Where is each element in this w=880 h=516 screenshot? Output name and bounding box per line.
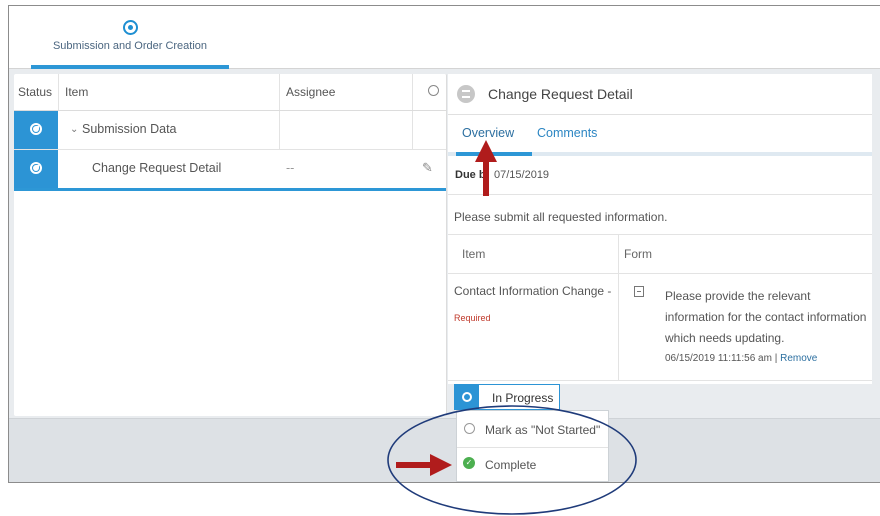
form-description: Please provide the relevant information …: [665, 289, 867, 345]
tab-overview[interactable]: Overview: [462, 126, 514, 140]
due-label: Due b: [455, 169, 486, 181]
column-divider: [618, 234, 619, 380]
pencil-icon[interactable]: ✎: [422, 160, 433, 176]
top-bar: Submission and Order Creation: [9, 6, 880, 69]
form-column-header: Form: [624, 247, 652, 261]
column-divider: [58, 74, 59, 110]
document-icon: [457, 85, 475, 103]
table-row[interactable]: ⌄ Submission Data: [14, 111, 446, 150]
due-date: 07/15/2019: [494, 169, 550, 181]
status-dropdown-button[interactable]: In Progress: [454, 384, 560, 410]
check-circle-icon: ✓: [463, 457, 475, 469]
status-column-header[interactable]: Status: [18, 85, 52, 99]
status-menu: Mark as "Not Started" ✓ Complete: [456, 410, 609, 482]
task-list-header: Status Item Assignee: [14, 74, 446, 111]
column-divider: [412, 74, 413, 110]
remove-link[interactable]: Remove: [780, 353, 817, 364]
requirement-item[interactable]: Contact Information Change -: [454, 284, 611, 298]
table-bottom-border: [448, 380, 872, 381]
required-label: Required: [454, 313, 491, 323]
menu-item-not-started[interactable]: Mark as "Not Started": [457, 413, 608, 447]
instruction-message: Please submit all requested information.: [454, 210, 668, 224]
detail-tabs: Overview Comments: [448, 115, 872, 156]
in-progress-status-icon: [30, 162, 42, 174]
detail-panel: Change Request Detail Overview Comments …: [448, 74, 872, 384]
item-name: Submission Data: [82, 122, 177, 136]
upload-timestamp-line: 06/15/2019 11:11:56 am | Remove: [665, 353, 817, 364]
status-cell[interactable]: [14, 150, 58, 188]
separator: |: [774, 353, 778, 364]
clock-icon: [464, 423, 475, 434]
assignee-column-header[interactable]: Assignee: [286, 85, 335, 99]
table-row-selected[interactable]: Change Request Detail -- ✎: [14, 150, 446, 191]
assignee-value: --: [286, 161, 295, 175]
requirements-table-header: Item Form: [448, 234, 872, 274]
column-divider: [412, 111, 413, 149]
task-list-panel: Status Item Assignee ⌄ Submission Data C…: [14, 74, 447, 416]
tab-label: Submission and Order Creation: [52, 40, 208, 52]
tab-comments[interactable]: Comments: [537, 126, 597, 140]
form-icon[interactable]: [634, 286, 644, 297]
status-cell[interactable]: [14, 111, 58, 149]
menu-item-complete[interactable]: ✓ Complete: [457, 447, 608, 482]
upload-timestamp: 06/15/2019 11:11:56 am: [665, 353, 772, 364]
tab-submission-and-order-creation[interactable]: Submission and Order Creation: [31, 20, 229, 69]
item-column-header[interactable]: Item: [65, 85, 88, 99]
current-status-label: In Progress: [492, 391, 554, 405]
menu-item-label: Complete: [485, 458, 537, 472]
column-divider: [279, 74, 280, 110]
progress-circle-icon: [122, 20, 138, 35]
column-divider: [279, 111, 280, 149]
globe-icon[interactable]: [428, 85, 439, 96]
item-name: Change Request Detail: [92, 161, 222, 175]
item-column-header: Item: [462, 247, 486, 261]
chevron-down-icon[interactable]: ⌄: [70, 124, 78, 135]
detail-title: Change Request Detail: [488, 86, 633, 102]
footer-strip: [9, 418, 880, 482]
in-progress-status-icon: [30, 123, 42, 135]
due-date-row: Due b 07/15/2019: [448, 156, 872, 195]
detail-header: Change Request Detail: [448, 74, 872, 115]
active-tab-indicator: [31, 65, 229, 69]
menu-item-label: Mark as "Not Started": [485, 423, 601, 437]
in-progress-status-icon: [455, 385, 479, 409]
